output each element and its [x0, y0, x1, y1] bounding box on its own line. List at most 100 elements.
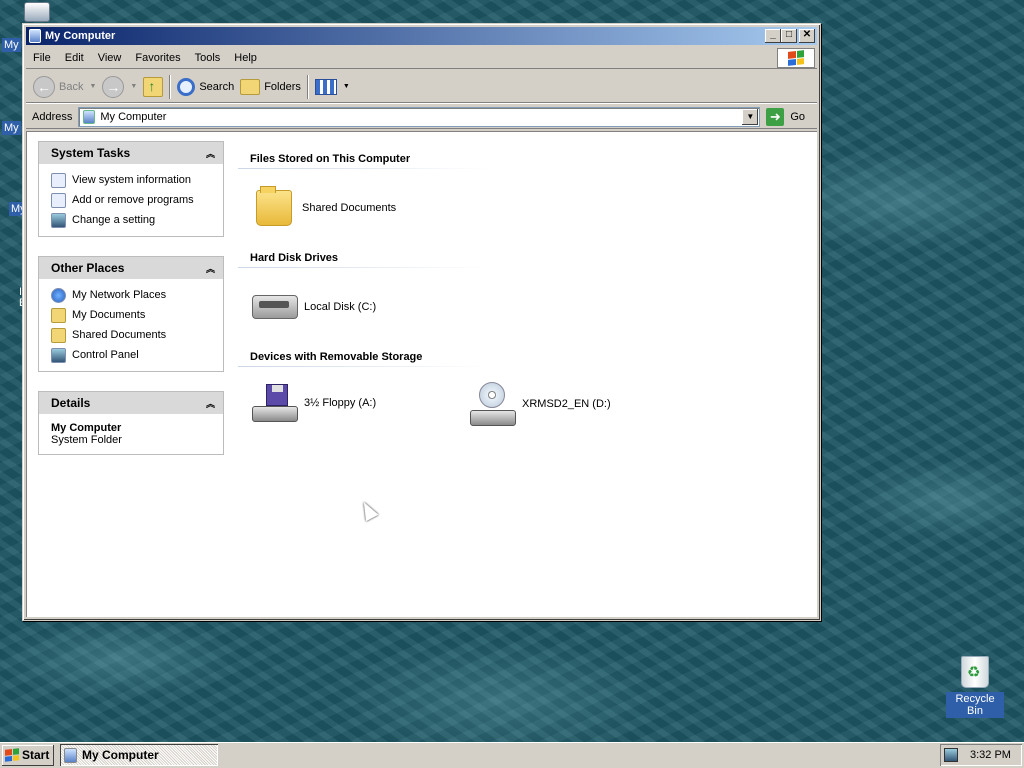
system-tasks-header[interactable]: System Tasks ︽ [39, 142, 223, 164]
place-shared-documents[interactable]: Shared Documents [51, 325, 223, 345]
task-add-remove-programs[interactable]: Add or remove programs [51, 190, 223, 210]
menu-file[interactable]: File [26, 50, 58, 66]
cd-drive-icon [470, 382, 516, 426]
my-computer-icon [64, 747, 77, 763]
item-label: Local Disk (C:) [304, 301, 377, 313]
collapse-chevron-icon[interactable]: ︽ [206, 262, 215, 275]
hard-disk-icon [252, 295, 298, 319]
item-shared-documents[interactable]: Shared Documents [256, 186, 397, 226]
other-places-header[interactable]: Other Places ︽ [39, 257, 223, 279]
details-body: My Computer System Folder [39, 414, 223, 454]
place-label: Shared Documents [72, 329, 167, 341]
task-view-system-information[interactable]: View system information [51, 170, 223, 190]
collapse-chevron-icon[interactable]: ︽ [206, 147, 215, 160]
recycle-bin[interactable]: Recycle Bin [946, 656, 1004, 718]
other-places-title: Other Places [51, 261, 125, 275]
back-dropdown-icon[interactable]: ▼ [89, 83, 96, 90]
network-tray-icon[interactable] [944, 748, 958, 762]
group-files-stored: Files Stored on This Computer [238, 153, 488, 169]
window-title: My Computer [45, 30, 116, 42]
menu-help[interactable]: Help [227, 50, 264, 66]
item-label: 3½ Floppy (A:) [304, 397, 377, 409]
item-label: XRMSD2_EN (D:) [522, 398, 611, 410]
go-button[interactable]: ➜ Go [766, 107, 806, 126]
address-field[interactable]: My Computer ▼ [78, 106, 761, 127]
item-label: Shared Documents [302, 202, 397, 214]
desktop-icon-partial[interactable] [24, 2, 52, 24]
item-cd-drive-d[interactable]: XRMSD2_EN (D:) [470, 382, 611, 426]
shared-folder-icon [51, 327, 66, 343]
windows-logo [777, 48, 815, 68]
folder-up-icon [143, 76, 164, 97]
task-label: View system information [72, 174, 192, 186]
toolbar-separator [169, 74, 172, 99]
place-label: My Network Places [72, 289, 167, 301]
system-tray: 3:32 PM [940, 744, 1022, 766]
go-arrow-icon: ➜ [766, 107, 785, 126]
address-value: My Computer [100, 110, 167, 123]
maximize-button[interactable]: □ [781, 29, 797, 43]
taskbar-my-computer-button[interactable]: My Computer [60, 744, 218, 766]
back-button[interactable]: ← Back ▼ [30, 74, 99, 100]
address-bar: Address My Computer ▼ ➜ Go [26, 105, 817, 129]
item-local-disk-c[interactable]: Local Disk (C:) [252, 295, 376, 319]
group-title: Files Stored on This Computer [238, 153, 488, 169]
my-documents-icon [51, 307, 66, 323]
search-icon [177, 77, 196, 96]
taskbar: Start My Computer 3:32 PM [0, 742, 1024, 768]
details-header[interactable]: Details ︽ [39, 392, 223, 414]
menu-bar: File Edit View Favorites Tools Help [26, 47, 817, 69]
place-control-panel[interactable]: Control Panel [51, 345, 223, 365]
desktop-stub-1[interactable]: My [2, 38, 21, 52]
folders-icon [240, 78, 261, 95]
place-label: My Documents [72, 309, 146, 321]
start-button[interactable]: Start [2, 745, 54, 766]
window-controls: _ □ ✕ [765, 29, 815, 43]
forward-button[interactable]: → ▼ [99, 74, 140, 100]
task-change-setting[interactable]: Change a setting [51, 210, 223, 230]
forward-dropdown-icon[interactable]: ▼ [130, 83, 137, 90]
menu-view[interactable]: View [91, 50, 129, 66]
place-my-documents[interactable]: My Documents [51, 305, 223, 325]
add-remove-programs-icon [51, 192, 66, 208]
system-tasks-list: View system information Add or remove pr… [39, 164, 223, 236]
recycle-bin-label: Recycle Bin [946, 692, 1004, 718]
search-label: Search [199, 80, 235, 93]
clock[interactable]: 3:32 PM [970, 749, 1011, 761]
search-button[interactable]: Search [174, 74, 237, 100]
minimize-button[interactable]: _ [765, 29, 781, 43]
address-dropdown-icon[interactable]: ▼ [742, 108, 759, 125]
start-label: Start [22, 748, 50, 762]
folders-button[interactable]: Folders [237, 74, 304, 100]
group-title: Hard Disk Drives [238, 252, 488, 268]
system-tasks-title: System Tasks [51, 146, 131, 160]
desktop-stub-2[interactable]: My [2, 121, 21, 135]
my-computer-icon [29, 29, 41, 43]
menu-favorites[interactable]: Favorites [128, 50, 187, 66]
address-label: Address [32, 110, 73, 123]
close-button[interactable]: ✕ [799, 29, 815, 43]
details-title: Details [51, 396, 91, 410]
other-places-list: My Network Places My Documents Shared Do… [39, 279, 223, 371]
control-panel-icon [51, 212, 66, 228]
up-button[interactable] [140, 74, 166, 100]
views-icon [314, 78, 337, 95]
folder-icon [256, 186, 292, 226]
my-computer-icon [83, 109, 96, 124]
details-name: My Computer [51, 422, 122, 434]
title-bar[interactable]: My Computer _ □ ✕ [26, 27, 817, 45]
group-hard-disk-drives: Hard Disk Drives [238, 252, 488, 268]
go-label: Go [790, 110, 806, 123]
group-removable-storage: Devices with Removable Storage [238, 351, 488, 367]
views-button[interactable]: ▼ [312, 74, 353, 100]
menu-tools[interactable]: Tools [188, 50, 228, 66]
place-my-network-places[interactable]: My Network Places [51, 285, 223, 305]
collapse-chevron-icon[interactable]: ︽ [206, 397, 215, 410]
folders-label: Folders [264, 80, 301, 93]
group-title: Devices with Removable Storage [238, 351, 488, 367]
item-floppy-a[interactable]: 3½ Floppy (A:) [252, 384, 376, 422]
menu-edit[interactable]: Edit [58, 50, 91, 66]
details-type: System Folder [51, 434, 122, 446]
place-label: Control Panel [72, 349, 139, 361]
windows-flag-icon [788, 50, 804, 66]
